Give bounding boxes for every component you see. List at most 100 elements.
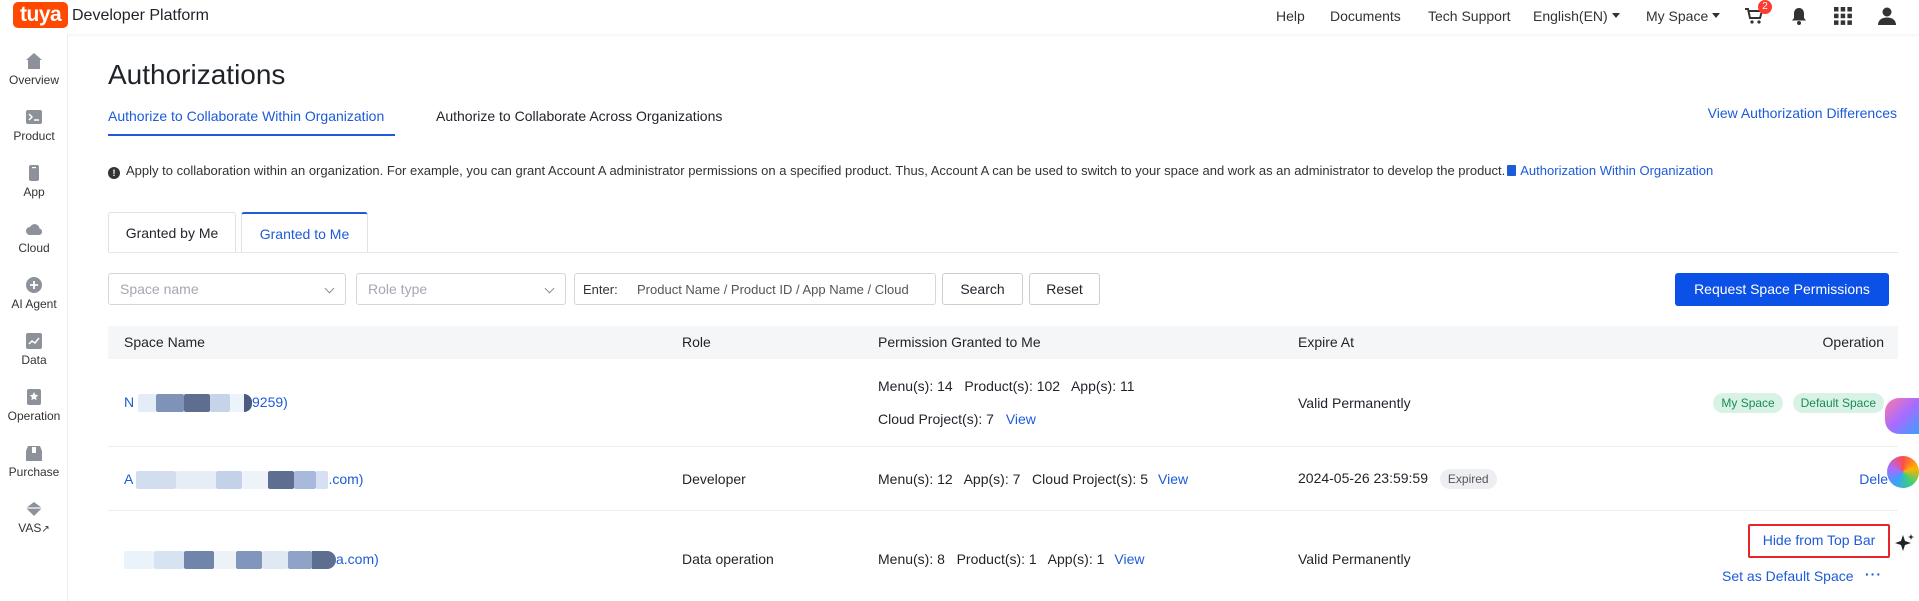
redacted-blur [184,394,211,413]
sidebar-item-operation[interactable]: Operation [0,388,68,423]
redacted-blur [154,551,184,570]
external-link-icon: ↗ [41,524,50,535]
reset-button[interactable]: Reset [1029,273,1100,305]
subtab-granted-to-me[interactable]: Granted to Me [241,212,368,253]
request-space-permissions-button[interactable]: Request Space Permissions [1675,273,1889,306]
delete-link[interactable]: Dele [1859,471,1888,487]
keyword-search-input[interactable] [637,278,931,300]
sidebar-item-label: Product [13,129,55,143]
role-type-placeholder: Role type [368,281,428,297]
space-name-suffix: .com) [328,471,364,487]
chevron-down-icon [544,283,555,294]
hide-from-top-bar-button[interactable]: Hide from Top Bar [1748,524,1890,558]
permission-summary: Menu(s): 14 Product(s): 102 App(s): 11 [878,378,1135,394]
redacted-blur [230,394,245,413]
search-button[interactable]: Search [942,273,1023,305]
active-tab-indicator [108,134,395,136]
chevron-down-icon [1712,12,1721,18]
redacted-blur [138,394,157,413]
sparkle-icon[interactable] [1893,533,1915,555]
set-default-space-link[interactable]: Set as Default Space [1722,568,1854,584]
sidebar-item-purchase[interactable]: Purchase [0,444,68,479]
redacted-blur [176,471,217,490]
plus-circle-icon [26,277,42,293]
sidebar-item-label: Operation [7,409,61,423]
home-icon [26,53,42,69]
permission-summary-text: Menu(s): 12 App(s): 7 Cloud Project(s): … [878,471,1148,487]
space-name-placeholder: Space name [120,281,199,297]
view-authorization-differences-link[interactable]: View Authorization Differences [1708,105,1897,121]
expired-tag: Expired [1439,469,1497,489]
header-expire-at: Expire At [1298,334,1355,350]
view-permissions-link[interactable]: View [1158,471,1188,487]
table-row: A .com) Developer Menu(s): 12 App(s): 7 … [108,447,1898,511]
brand-title: Developer Platform [72,7,209,24]
sidebar-item-label: Overview [8,73,59,87]
box-icon [26,446,42,461]
view-permissions-link[interactable]: View [1114,551,1144,567]
sidebar-item-overview[interactable]: Overview [0,52,68,87]
view-permissions-link[interactable]: View [1006,411,1036,427]
redacted-blur [242,471,269,490]
role-type-select[interactable]: Role type [356,273,566,305]
sidebar-item-vas[interactable]: VAS↗ [0,500,68,535]
expire-at-value: 2024-05-26 23:59:59 Expired [1298,469,1497,489]
nav-documents[interactable]: Documents [1330,8,1401,24]
sidebar-item-label: VAS [18,521,42,535]
sidebar-item-app[interactable]: App [0,164,68,199]
phone-icon [29,165,39,181]
sidebar-item-cloud[interactable]: Cloud [0,220,68,255]
header-role: Role [682,334,711,350]
space-name-select[interactable]: Space name [108,273,346,305]
keyword-search-field[interactable]: Enter: [574,273,936,305]
assistant-ring-icon[interactable] [1887,456,1919,488]
header-space-name: Space Name [124,334,205,350]
user-icon[interactable] [1877,6,1897,26]
sidebar-item-label: Cloud [18,241,50,255]
language-label: English(EN) [1533,8,1608,24]
sidebar-item-label: Purchase [8,465,60,479]
expire-date: 2024-05-26 23:59:59 [1298,470,1428,486]
permission-cloud: Cloud Project(s): 7 View [878,411,1036,427]
cart-icon[interactable]: 2 [1744,0,1772,26]
nav-help[interactable]: Help [1276,8,1305,24]
space-name-link[interactable]: N 9259) [124,394,288,413]
space-name-link[interactable]: a.com) [124,551,379,570]
header-operation: Operation [1822,334,1884,350]
space-name-suffix: 9259) [252,394,288,410]
sidebar-item-label: AI Agent [11,297,57,311]
bell-icon[interactable] [1789,6,1809,26]
language-select[interactable]: English(EN) [1533,8,1620,24]
subtab-granted-by-me[interactable]: Granted by Me [108,212,236,253]
chevron-down-icon [1611,12,1620,18]
sidebar-item-ai-agent[interactable]: AI Agent [0,276,68,311]
header-permission: Permission Granted to Me [878,334,1041,350]
cloud-icon [26,224,43,235]
table-header: Space Name Role Permission Granted to Me… [108,326,1898,359]
redacted-blur [156,394,185,413]
redacted-blur [184,551,214,570]
diamond-icon [26,502,42,516]
info-text: Apply to collaboration within an organiz… [126,163,1506,178]
more-options-icon[interactable]: ··· [1865,566,1882,582]
tab-within-organization[interactable]: Authorize to Collaborate Within Organiza… [108,108,384,124]
redacted-blur [288,551,312,570]
redacted-blur [124,551,154,570]
apps-grid-icon[interactable] [1833,6,1853,26]
authorization-doc-link[interactable]: Authorization Within Organization [1520,163,1713,178]
nav-tech-support[interactable]: Tech Support [1428,8,1511,24]
sidebar-item-product[interactable]: Product [0,108,68,143]
redacted-blur [214,551,236,570]
redacted-blur [312,551,336,570]
expire-at-value: Valid Permanently [1298,551,1411,567]
assistant-cube-icon[interactable] [1885,398,1919,434]
space-name-link[interactable]: A .com) [124,471,364,490]
table-row: N 9259) Menu(s): 14 Product(s): 102 App(… [108,359,1898,447]
role-value: Data operation [682,551,774,567]
tab-across-organizations[interactable]: Authorize to Collaborate Across Organiza… [436,108,722,124]
sidebar-item-data[interactable]: Data [0,332,68,367]
tuya-logo[interactable]: tuya [13,2,69,28]
space-select[interactable]: My Space [1646,8,1721,24]
expire-at-value: Valid Permanently [1298,395,1411,411]
role-value: Developer [682,471,746,487]
